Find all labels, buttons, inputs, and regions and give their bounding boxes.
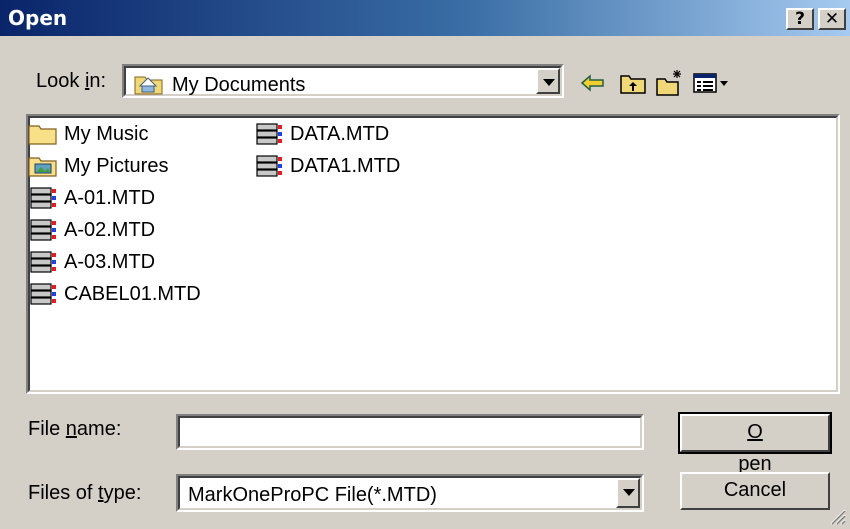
title-bar[interactable]: Open ? ✕ xyxy=(0,0,850,36)
look-in-dropdown-arrow[interactable] xyxy=(536,68,560,94)
view-menu-icon[interactable] xyxy=(692,68,732,98)
look-in-value: My Documents xyxy=(172,74,306,96)
files-of-type-dropdown-arrow[interactable] xyxy=(616,478,640,508)
close-button[interactable]: ✕ xyxy=(818,8,846,30)
mtd-file-icon xyxy=(30,251,56,273)
cancel-button[interactable]: Cancel xyxy=(680,472,830,510)
file-name-input[interactable] xyxy=(176,414,644,450)
mtd-file-icon xyxy=(30,219,56,241)
open-dialog: Open ? ✕ Look in: My Documents My Music … xyxy=(0,0,850,529)
list-item-label: DATA.MTD xyxy=(290,123,390,145)
look-in-label: Look in: xyxy=(36,70,107,92)
list-item[interactable]: A-01.MTD xyxy=(28,186,248,210)
pictures-folder-icon xyxy=(28,157,57,177)
list-item-label: A-01.MTD xyxy=(64,187,156,209)
list-item-label: DATA1.MTD xyxy=(290,155,401,177)
list-item-label: My Music xyxy=(64,123,149,145)
file-list-items: My Music My Pictures A-01.MTD A-02.MTD A-03.… xyxy=(28,116,840,392)
list-item[interactable]: A-02.MTD xyxy=(28,218,248,242)
files-of-type-label: Files of type: xyxy=(28,482,142,504)
folder-documents-icon xyxy=(134,76,163,95)
list-item-label: My Pictures xyxy=(64,155,169,177)
files-of-type-value: MarkOneProPC File(*.MTD) xyxy=(188,484,437,506)
list-item-label: CABEL01.MTD xyxy=(64,283,201,305)
list-item[interactable]: A-03.MTD xyxy=(28,250,248,274)
mtd-file-icon xyxy=(256,155,282,177)
mtd-file-icon xyxy=(256,123,282,145)
help-button[interactable]: ? xyxy=(786,8,814,30)
list-item-label: A-03.MTD xyxy=(64,251,156,273)
list-item[interactable]: My Pictures xyxy=(28,154,248,178)
files-of-type-combo[interactable]: MarkOneProPC File(*.MTD) xyxy=(176,474,644,512)
back-arrow-icon[interactable] xyxy=(578,68,608,98)
mtd-file-icon xyxy=(30,283,56,305)
mtd-file-icon xyxy=(30,187,56,209)
up-folder-icon[interactable] xyxy=(618,68,648,98)
file-name-label: File name: xyxy=(28,418,122,440)
list-item[interactable]: CABEL01.MTD xyxy=(28,282,248,306)
list-item-label: A-02.MTD xyxy=(64,219,156,241)
list-item[interactable]: DATA1.MTD xyxy=(254,154,474,178)
look-in-combo[interactable]: My Documents xyxy=(122,64,564,98)
new-folder-icon[interactable] xyxy=(654,68,684,98)
list-item[interactable]: My Music xyxy=(28,122,248,146)
resize-grip-icon[interactable] xyxy=(828,507,846,525)
open-button[interactable]: Open xyxy=(678,412,832,475)
folder-icon xyxy=(28,125,57,145)
list-item[interactable]: DATA.MTD xyxy=(254,122,474,146)
window-title: Open xyxy=(8,6,68,30)
